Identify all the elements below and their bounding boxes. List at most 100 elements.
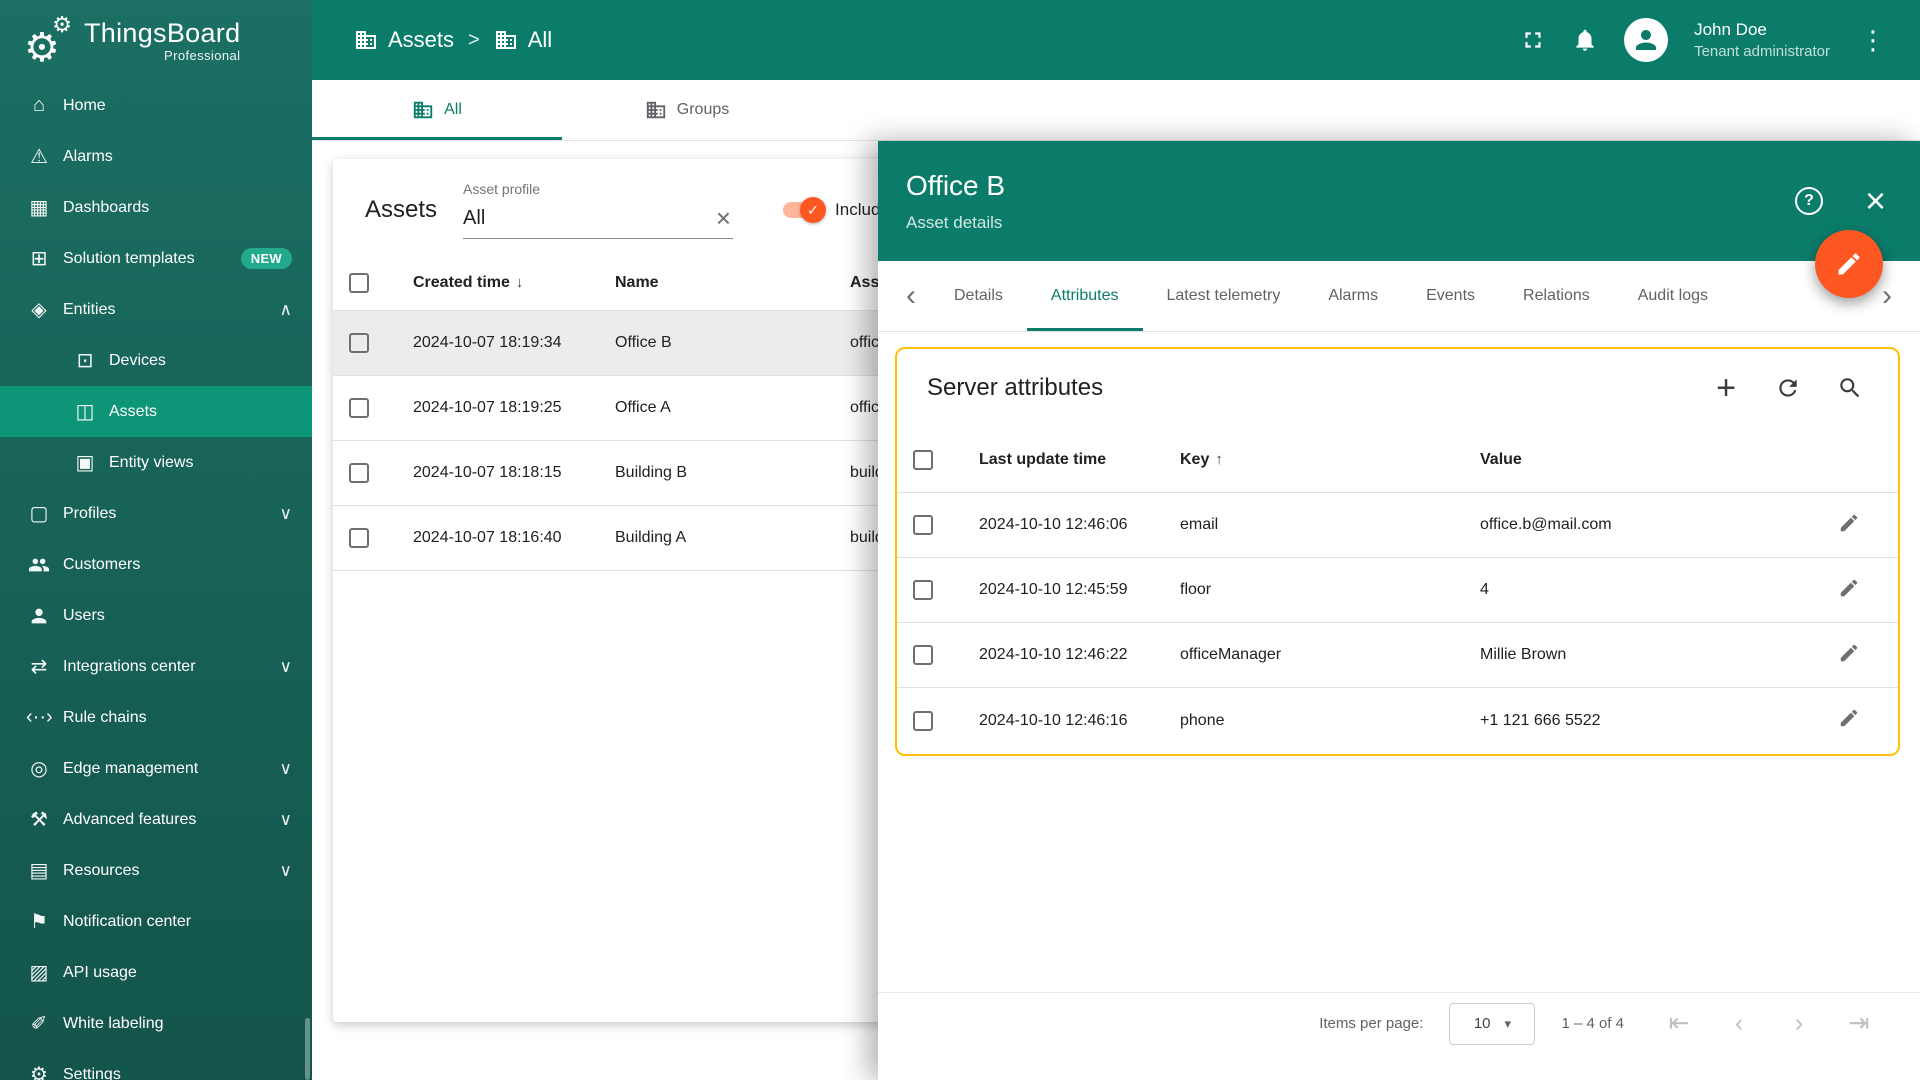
chevron-down-icon: ∨: [279, 656, 292, 676]
column-key[interactable]: Key ↑: [1180, 451, 1480, 469]
edit-fab[interactable]: [1815, 230, 1883, 298]
check-icon: ✓: [807, 201, 819, 218]
edit-attribute-button[interactable]: [1838, 512, 1898, 539]
sidebar-item-entities[interactable]: ◈ Entities ∧: [0, 284, 312, 335]
breadcrumb: Assets > All: [354, 27, 552, 53]
sidebar-item-solution-templates[interactable]: ⊞ Solution templates NEW: [0, 233, 312, 284]
edit-attribute-button[interactable]: [1838, 707, 1898, 734]
search-button[interactable]: [1836, 374, 1864, 402]
cell-last-update-time: 2024-10-10 12:46:06: [979, 516, 1128, 533]
avatar[interactable]: [1624, 18, 1669, 62]
page-size-value: 10: [1473, 1015, 1491, 1032]
row-checkbox[interactable]: [913, 710, 933, 731]
integrations-icon: ⇄: [30, 656, 48, 678]
help-button[interactable]: ?: [1794, 187, 1823, 215]
sidebar-item-api-usage[interactable]: ▨ API usage: [0, 947, 312, 998]
edit-attribute-button[interactable]: [1838, 642, 1898, 669]
chevron-down-icon: ∨: [279, 503, 292, 523]
sidebar-item-notification-center[interactable]: ⚑ Notification center: [0, 896, 312, 947]
user-menu[interactable]: John Doe Tenant administrator: [1694, 20, 1830, 60]
logo-subtitle: Professional: [164, 47, 241, 63]
attribute-row[interactable]: 2024-10-10 12:46:16 phone +1 121 666 552…: [897, 688, 1898, 753]
cell-last-update-time: 2024-10-10 12:45:59: [979, 581, 1128, 598]
page-size-select[interactable]: 10 ▾: [1449, 1002, 1536, 1045]
sidebar-item-integrations-center[interactable]: ⇄ Integrations center ∨: [0, 641, 312, 692]
tab-all[interactable]: All: [312, 80, 562, 140]
sidebar-item-entity-views[interactable]: ▣ Entity views: [0, 437, 312, 488]
clear-icon: ×: [715, 203, 732, 233]
column-created-time[interactable]: Created time ↓: [413, 274, 615, 292]
row-checkbox[interactable]: [349, 333, 369, 353]
tab-alarms[interactable]: Alarms: [1304, 261, 1402, 331]
sidebar-item-resources[interactable]: ▤ Resources ∨: [0, 845, 312, 896]
sidebar-item-profiles[interactable]: ▢ Profiles ∨: [0, 488, 312, 539]
tab-events[interactable]: Events: [1402, 261, 1499, 331]
notifications-button[interactable]: [1572, 27, 1598, 53]
caret-down-icon: ▾: [1504, 1015, 1512, 1031]
close-button[interactable]: ×: [1865, 182, 1886, 218]
row-checkbox[interactable]: [349, 398, 369, 418]
entity-views-icon: ▣: [75, 452, 95, 474]
attribute-row[interactable]: 2024-10-10 12:45:59 floor 4: [897, 558, 1898, 623]
sidebar-item-advanced-features[interactable]: ⚒ Advanced features ∨: [0, 794, 312, 845]
edit-attribute-button[interactable]: [1838, 577, 1898, 604]
sidebar-item-settings[interactable]: ⚙ Settings: [0, 1049, 312, 1080]
devices-icon: ⊡: [76, 350, 94, 372]
sidebar-item-white-labeling[interactable]: ✐ White labeling: [0, 998, 312, 1049]
tab-details[interactable]: Details: [930, 261, 1027, 331]
resources-icon: ▤: [29, 860, 49, 882]
last-page-icon: ⇥: [1848, 1009, 1870, 1037]
logo-title: ThingsBoard: [84, 17, 241, 48]
sidebar-item-devices[interactable]: ⊡ Devices: [0, 335, 312, 386]
first-page-button[interactable]: ⇤: [1666, 1011, 1692, 1036]
filter-value[interactable]: All: [463, 207, 716, 230]
cell-created-time: 2024-10-07 18:16:40: [413, 529, 562, 546]
sidebar-item-users[interactable]: Users: [0, 590, 312, 641]
prev-page-button[interactable]: ‹: [1726, 1011, 1752, 1036]
sidebar-scrollbar[interactable]: [305, 1018, 310, 1080]
breadcrumb-assets[interactable]: Assets: [354, 27, 454, 53]
next-page-button[interactable]: ›: [1786, 1011, 1812, 1036]
tab-groups[interactable]: Groups: [562, 80, 812, 140]
sidebar: ⚙ ⚙ ThingsBoard Professional ⌂ Home ⚠ Al…: [0, 0, 312, 1080]
tabs-back-button[interactable]: ‹: [892, 261, 930, 331]
tab-relations[interactable]: Relations: [1499, 261, 1614, 331]
entity-group-tabs: All Groups: [312, 80, 1920, 141]
breadcrumb-all[interactable]: All: [494, 27, 552, 53]
select-all-checkbox[interactable]: [349, 272, 369, 293]
details-panel-header: Office B Asset details ? ×: [878, 141, 1920, 261]
tab-attributes[interactable]: Attributes: [1026, 261, 1143, 331]
asset-profile-filter[interactable]: Asset profile All ×: [463, 181, 734, 239]
fullscreen-button[interactable]: [1520, 27, 1546, 53]
column-name[interactable]: Name: [615, 274, 850, 292]
row-checkbox[interactable]: [349, 528, 369, 548]
sidebar-item-assets[interactable]: ◫ Assets: [0, 386, 312, 437]
tab-latest-telemetry[interactable]: Latest telemetry: [1143, 261, 1305, 331]
select-all-checkbox[interactable]: [913, 449, 933, 470]
row-checkbox[interactable]: [913, 645, 933, 665]
cell-key: email: [1180, 516, 1219, 533]
column-last-update-time[interactable]: Last update time: [979, 451, 1180, 469]
sidebar-item-rule-chains[interactable]: ‹··› Rule chains: [0, 692, 312, 743]
app-logo[interactable]: ⚙ ⚙ ThingsBoard Professional: [0, 0, 312, 80]
last-page-button[interactable]: ⇥: [1846, 1011, 1872, 1036]
row-checkbox[interactable]: [913, 580, 933, 600]
asset-details-panel: Office B Asset details ? × ‹ Details Att…: [878, 141, 1920, 1080]
refresh-button[interactable]: [1774, 374, 1802, 402]
sidebar-item-alarms[interactable]: ⚠ Alarms: [0, 131, 312, 182]
search-icon: [1840, 378, 1860, 398]
add-attribute-button[interactable]: +: [1712, 371, 1740, 405]
row-checkbox[interactable]: [349, 463, 369, 483]
tab-audit-logs[interactable]: Audit logs: [1614, 261, 1732, 331]
attribute-row[interactable]: 2024-10-10 12:46:22 officeManager Millie…: [897, 623, 1898, 688]
sidebar-item-customers[interactable]: Customers: [0, 539, 312, 590]
kebab-menu-button[interactable]: ⋮: [1856, 27, 1890, 53]
attribute-row[interactable]: 2024-10-10 12:46:06 email office.b@mail.…: [897, 493, 1898, 558]
sidebar-item-dashboards[interactable]: ▦ Dashboards: [0, 182, 312, 233]
clear-filter-button[interactable]: ×: [716, 205, 731, 231]
row-checkbox[interactable]: [913, 515, 933, 535]
column-value[interactable]: Value: [1480, 451, 1838, 469]
sidebar-item-edge-management[interactable]: ◎ Edge management ∨: [0, 743, 312, 794]
pencil-icon: [1838, 253, 1860, 275]
sidebar-item-home[interactable]: ⌂ Home: [0, 80, 312, 131]
